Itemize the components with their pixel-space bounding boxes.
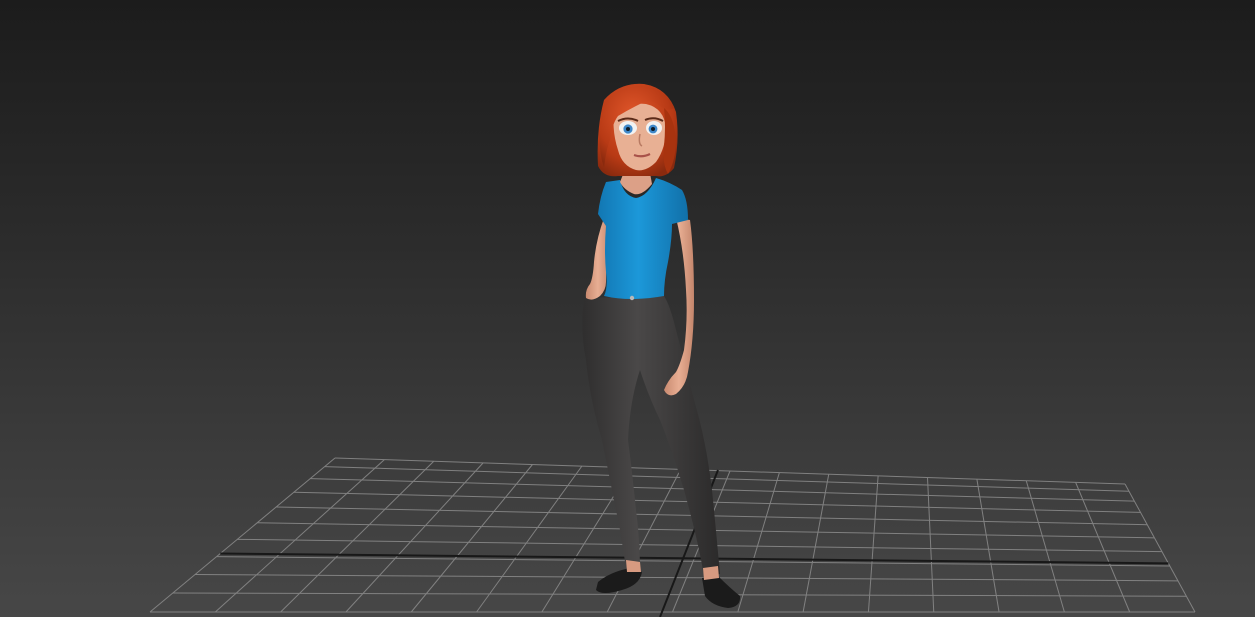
- left-pupil: [626, 127, 630, 131]
- grid-line: [1124, 483, 1196, 613]
- grid-line: [737, 472, 780, 613]
- shirt: [598, 178, 688, 299]
- grid-line: [802, 474, 830, 613]
- right-shoe: [702, 576, 741, 608]
- pants-button: [629, 295, 635, 301]
- grid-line: [345, 462, 484, 613]
- grid-line: [410, 464, 533, 613]
- grid-line: [149, 457, 336, 613]
- grid-line: [976, 479, 1000, 613]
- perspective-viewport[interactable]: [0, 0, 1255, 617]
- grid-line: [1025, 480, 1065, 613]
- viewport-scene: [149, 83, 1196, 617]
- grid-line: [867, 475, 879, 613]
- home-grid[interactable]: [149, 457, 1196, 617]
- grid-line: [927, 477, 935, 613]
- pants: [582, 296, 720, 576]
- right-pupil: [651, 127, 655, 131]
- grid-line: [476, 465, 583, 613]
- grid-line: [214, 459, 385, 613]
- grid-line: [1075, 482, 1131, 613]
- right-ankle: [703, 566, 719, 580]
